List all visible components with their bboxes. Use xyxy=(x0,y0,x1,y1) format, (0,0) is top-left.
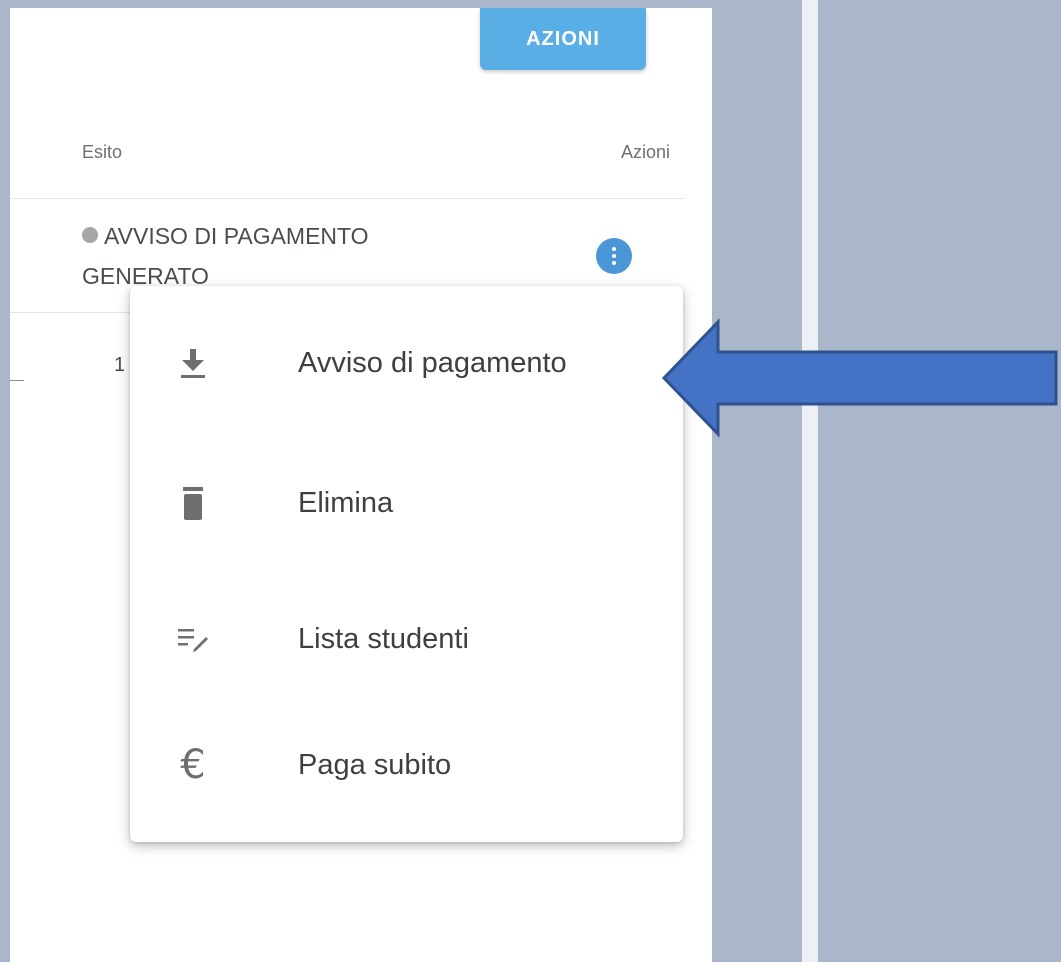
menu-item-paga-subito[interactable]: € Paga subito xyxy=(130,710,683,820)
kebab-dot xyxy=(612,261,616,265)
esito-text-line1: AVVISO DI PAGAMENTO xyxy=(104,223,369,249)
menu-item-avviso-di-pagamento[interactable]: Avviso di pagamento xyxy=(130,308,683,418)
euro-glyph: € xyxy=(180,742,206,788)
menu-item-label: Paga subito xyxy=(298,748,452,781)
annotation-arrow xyxy=(661,318,1058,438)
status-dot xyxy=(82,227,98,243)
column-header-azioni: Azioni xyxy=(620,142,670,162)
header-divider xyxy=(10,198,685,199)
table-cell-partial: 1 xyxy=(114,354,126,376)
more-vert-icon[interactable] xyxy=(596,238,632,274)
menu-item-lista-studenti[interactable]: Lista studenti xyxy=(130,584,683,694)
list-edit-icon xyxy=(170,616,216,662)
row-divider xyxy=(10,312,140,313)
kebab-dot xyxy=(612,254,616,258)
esito-status: AVVISO DI PAGAMENTO xyxy=(82,216,369,256)
app-panel: AZIONI Esito Azioni AVVISO DI PAGAMENTO … xyxy=(10,8,712,962)
menu-item-label: Avviso di pagamento xyxy=(298,346,567,379)
kebab-dot xyxy=(612,247,616,251)
context-menu: Avviso di pagamento Elimina Lista studen… xyxy=(130,286,683,842)
table-row: AVVISO DI PAGAMENTO GENERATO xyxy=(82,216,369,296)
menu-item-elimina[interactable]: Elimina xyxy=(130,448,683,558)
menu-item-label: Elimina xyxy=(298,486,394,519)
arrow-shape xyxy=(661,318,1058,438)
right-panel-strip xyxy=(802,0,818,962)
menu-item-label: Lista studenti xyxy=(298,622,469,655)
azioni-button[interactable]: AZIONI xyxy=(480,8,646,70)
download-icon xyxy=(170,340,216,386)
column-header-esito: Esito xyxy=(82,142,123,162)
row-stub-line xyxy=(10,380,24,381)
euro-icon: € xyxy=(170,742,216,788)
trash-icon xyxy=(170,480,216,526)
